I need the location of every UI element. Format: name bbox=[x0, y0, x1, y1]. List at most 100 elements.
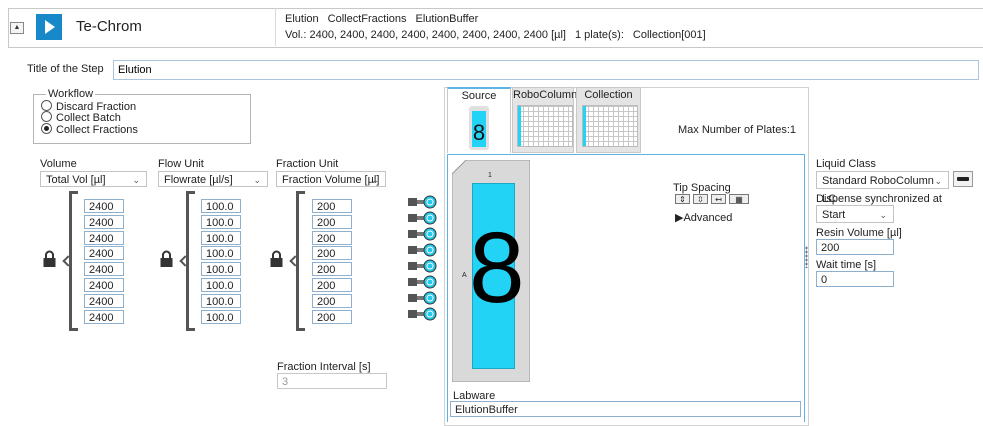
tip-2-icon[interactable] bbox=[408, 211, 438, 225]
robocolumn-plate-thumbnail bbox=[517, 105, 573, 147]
dropdown-value: Flowrate [µl/s] bbox=[164, 174, 233, 186]
flow-value-input[interactable]: 100.0 bbox=[201, 262, 241, 277]
summary-step: Elution bbox=[285, 13, 319, 25]
liquid-class-editor-button[interactable] bbox=[953, 171, 973, 187]
fraction-value-input[interactable]: 200 bbox=[312, 246, 352, 261]
resin-volume-label: Resin Volume [µl] bbox=[816, 227, 902, 239]
robocolumn-thumbnail-column bbox=[518, 106, 521, 146]
trough-large-label: 8 bbox=[469, 212, 525, 324]
summary-volume: Vol.: 2400, 2400, 2400, 2400, 2400, 2400… bbox=[285, 29, 566, 41]
volume-value-input[interactable]: 2400 bbox=[84, 309, 124, 324]
chevron-down-icon: ⌄ bbox=[253, 175, 261, 185]
lock-icon[interactable] bbox=[270, 250, 283, 267]
step-title-label: Title of the Step bbox=[27, 63, 104, 75]
source-thumbnail: 8 bbox=[469, 106, 489, 150]
tip-3-icon[interactable] bbox=[408, 227, 438, 241]
fraction-value-input[interactable]: 200 bbox=[312, 278, 352, 292]
volume-value-input[interactable]: 2400 bbox=[84, 278, 124, 292]
dispense-sync-dropdown[interactable]: Start ⌄ bbox=[816, 205, 894, 223]
tip-6-icon[interactable] bbox=[408, 275, 438, 289]
app-name: Te-Chrom bbox=[76, 18, 142, 35]
header-divider bbox=[275, 8, 276, 46]
fraction-interval-input: 3 bbox=[277, 373, 387, 389]
tip-spacing-label: Tip Spacing bbox=[673, 182, 731, 194]
tip-5-icon[interactable] bbox=[408, 259, 438, 273]
flow-unit-label: Flow Unit bbox=[158, 158, 204, 170]
tab-label: Source bbox=[461, 90, 497, 102]
fraction-value-input[interactable]: 200 bbox=[312, 199, 352, 213]
tip-1-icon[interactable] bbox=[408, 195, 438, 209]
volume-unit-dropdown[interactable]: Total Vol [µl] ⌄ bbox=[40, 171, 147, 187]
fraction-value-input[interactable]: 200 bbox=[312, 309, 352, 324]
summary-mode: CollectFractions bbox=[327, 13, 407, 25]
radio-label: Collect Fractions bbox=[56, 124, 138, 136]
flow-value-input[interactable]: 100.0 bbox=[201, 246, 241, 261]
advanced-label: Advanced bbox=[683, 212, 733, 224]
chevron-down-icon: ⌄ bbox=[934, 176, 942, 186]
tab-collection[interactable]: Collection bbox=[576, 87, 641, 153]
flow-value-input[interactable]: 100.0 bbox=[201, 214, 241, 229]
chevron-down-icon: ⌄ bbox=[132, 175, 140, 185]
tab-source[interactable]: Source 8 bbox=[447, 87, 511, 153]
liquid-class-label: Liquid Class bbox=[816, 158, 876, 170]
tip-spacing-return-button[interactable]: ↤ bbox=[711, 194, 726, 204]
tip-spacing-narrow-button[interactable]: ⇕ bbox=[675, 194, 690, 204]
tip-spacing-even-button[interactable]: ⇳ bbox=[693, 194, 708, 204]
liquid-class-dropdown[interactable]: Standard RoboColumn LC ⌄ bbox=[816, 171, 949, 205]
volume-value-input[interactable]: 2400 bbox=[84, 246, 124, 261]
volume-label: Volume bbox=[40, 158, 77, 170]
radio-collect-fractions[interactable]: Collect Fractions bbox=[41, 123, 341, 136]
tip-8-icon[interactable] bbox=[408, 307, 438, 321]
fraction-value-input[interactable]: 200 bbox=[312, 214, 352, 229]
volume-value-input[interactable]: 2400 bbox=[84, 262, 124, 277]
step-header bbox=[8, 8, 983, 48]
summary-collection: Collection[001] bbox=[632, 29, 706, 41]
lock-icon[interactable] bbox=[43, 250, 56, 267]
fraction-value-input[interactable]: 200 bbox=[312, 262, 352, 277]
volume-value-input[interactable]: 2400 bbox=[84, 214, 124, 229]
dropdown-value: Total Vol [µl] bbox=[46, 174, 106, 186]
flow-value-input[interactable]: 100.0 bbox=[201, 199, 241, 213]
max-plates-label: Max Number of Plates:1 bbox=[678, 124, 796, 136]
trough-row-label: A bbox=[462, 272, 467, 279]
volume-value-input[interactable]: 2400 bbox=[84, 293, 124, 308]
trough-column-number: 1 bbox=[488, 172, 492, 179]
tip-spacing-grid-button[interactable]: ▦ bbox=[729, 194, 749, 204]
summary-plates: 1 plate(s): bbox=[574, 29, 624, 41]
header-summary-line2: Vol.: 2400, 2400, 2400, 2400, 2400, 2400… bbox=[285, 29, 715, 41]
wait-time-label: Wait time [s] bbox=[816, 259, 877, 271]
flow-value-input[interactable]: 100.0 bbox=[201, 278, 241, 292]
flow-value-input[interactable]: 100.0 bbox=[201, 293, 241, 308]
tip-7-icon[interactable] bbox=[408, 291, 438, 305]
collapse-button[interactable]: ▲ bbox=[10, 22, 24, 34]
tab-label: Collection bbox=[584, 89, 633, 101]
flow-value-input[interactable]: 100.0 bbox=[201, 309, 241, 324]
tab-robocolumn[interactable]: RoboColumn bbox=[512, 87, 578, 153]
flow-unit-dropdown[interactable]: Flowrate [µl/s] ⌄ bbox=[158, 171, 268, 187]
step-title-input[interactable] bbox=[113, 60, 979, 80]
tip-4-icon[interactable] bbox=[408, 243, 438, 257]
wait-time-input[interactable]: 0 bbox=[816, 271, 894, 287]
radio-circle[interactable] bbox=[41, 111, 52, 122]
lock-icon[interactable] bbox=[160, 250, 173, 267]
workflow-legend: Workflow bbox=[46, 88, 96, 100]
radio-circle[interactable] bbox=[41, 123, 52, 134]
volume-value-input[interactable]: 2400 bbox=[84, 230, 124, 245]
fraction-unit-label: Fraction Unit bbox=[276, 158, 339, 170]
dropdown-value: Start bbox=[822, 209, 846, 221]
chevron-down-icon: ⌄ bbox=[879, 210, 887, 220]
advanced-toggle[interactable]: ▶Advanced bbox=[675, 211, 732, 224]
resin-volume-input[interactable]: 200 bbox=[816, 239, 894, 255]
radio-circle[interactable] bbox=[41, 100, 52, 111]
tab-label: RoboColumn bbox=[513, 89, 578, 101]
flow-value-input[interactable]: 100.0 bbox=[201, 230, 241, 245]
splitter-grip-icon[interactable] bbox=[805, 246, 808, 268]
fraction-value-input[interactable]: 200 bbox=[312, 230, 352, 245]
header-summary-line1: Elution CollectFractions ElutionBuffer bbox=[285, 13, 487, 25]
fraction-unit-dropdown[interactable]: Fraction Volume [µl] ⌄ bbox=[276, 171, 386, 187]
fraction-value-input[interactable]: 200 bbox=[312, 293, 352, 308]
volume-value-input[interactable]: 2400 bbox=[84, 199, 124, 213]
labware-input[interactable]: ElutionBuffer bbox=[450, 401, 801, 417]
chevron-down-icon: ⌄ bbox=[371, 175, 379, 185]
dispense-sync-label: Dispense synchronized at bbox=[816, 193, 942, 205]
